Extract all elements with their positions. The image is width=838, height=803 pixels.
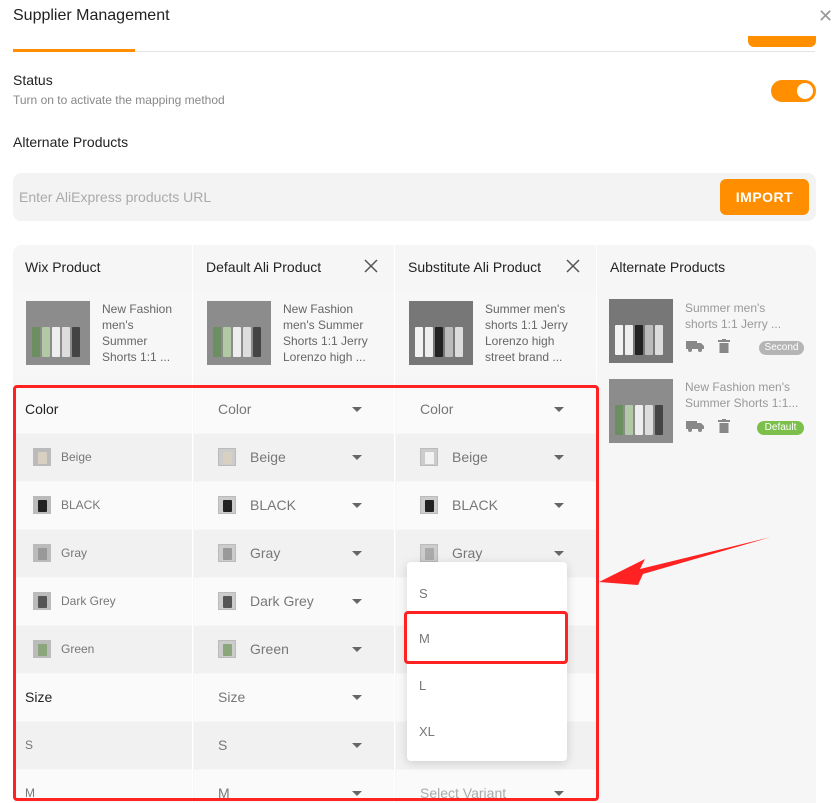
status-description: Turn on to activate the mapping method	[13, 93, 225, 107]
product-thumbnail	[609, 379, 673, 443]
close-icon[interactable]	[566, 259, 580, 273]
close-icon[interactable]: ✕	[818, 6, 833, 27]
alternate-product-item[interactable]: New Fashion men's Summer Shorts 1:1... D…	[598, 371, 816, 451]
alternate-products-header: Alternate Products	[598, 245, 816, 290]
truck-icon[interactable]	[686, 421, 704, 432]
alternate-product-name: Summer men's shorts 1:1 Jerry ...	[685, 301, 782, 331]
default-ali-header: Default Ali Product	[194, 245, 394, 290]
highlight-box-option	[404, 611, 568, 664]
status-badge: Default	[757, 421, 804, 435]
product-name: New Fashion men's Summer Shorts 1:1 Jerr…	[283, 302, 368, 364]
header-label: Alternate Products	[610, 259, 726, 275]
highlight-box-variants	[13, 385, 599, 801]
status-toggle[interactable]	[771, 80, 816, 102]
url-bar: IMPORT	[13, 173, 816, 221]
status-badge: Second	[759, 341, 804, 355]
trash-icon[interactable]	[718, 419, 730, 433]
close-icon[interactable]	[364, 259, 378, 273]
product-thumbnail	[207, 301, 271, 365]
header-label: Substitute Ali Product	[408, 259, 542, 275]
product-name: New Fashion men's Summer Shorts 1:1 ...	[102, 302, 173, 364]
product-thumbnail	[26, 301, 90, 365]
substitute-ali-header: Substitute Ali Product	[396, 245, 596, 290]
aliexpress-url-input[interactable]	[19, 186, 699, 208]
product-name: Summer men's shorts 1:1 Jerry Lorenzo hi…	[485, 302, 568, 364]
wix-product-cell: New Fashion men's Summer Shorts 1:1 ...	[13, 291, 192, 375]
arrow-annotation-icon	[599, 537, 771, 585]
product-thumbnail	[609, 299, 673, 363]
trash-icon[interactable]	[718, 339, 730, 353]
alternate-products-title: Alternate Products	[13, 134, 129, 150]
top-orange-button-edge[interactable]	[748, 36, 816, 47]
toggle-knob	[797, 83, 813, 99]
header-label: Wix Product	[25, 259, 101, 275]
wix-product-header: Wix Product	[13, 245, 192, 290]
header-label: Default Ali Product	[206, 259, 322, 275]
status-label: Status	[13, 72, 53, 88]
alternate-products-column: Alternate Products Summer men's shorts 1…	[598, 245, 816, 803]
substitute-ali-product-cell: Summer men's shorts 1:1 Jerry Lorenzo hi…	[396, 291, 596, 375]
truck-icon[interactable]	[686, 341, 704, 352]
import-button[interactable]: IMPORT	[720, 179, 809, 215]
default-ali-product-cell: New Fashion men's Summer Shorts 1:1 Jerr…	[194, 291, 394, 375]
alternate-product-name: New Fashion men's Summer Shorts 1:1...	[685, 380, 799, 410]
page-title: Supplier Management	[13, 7, 170, 24]
active-tab-indicator	[13, 49, 135, 52]
product-thumbnail	[409, 301, 473, 365]
alternate-product-item[interactable]: Summer men's shorts 1:1 Jerry ... Second	[598, 291, 816, 371]
